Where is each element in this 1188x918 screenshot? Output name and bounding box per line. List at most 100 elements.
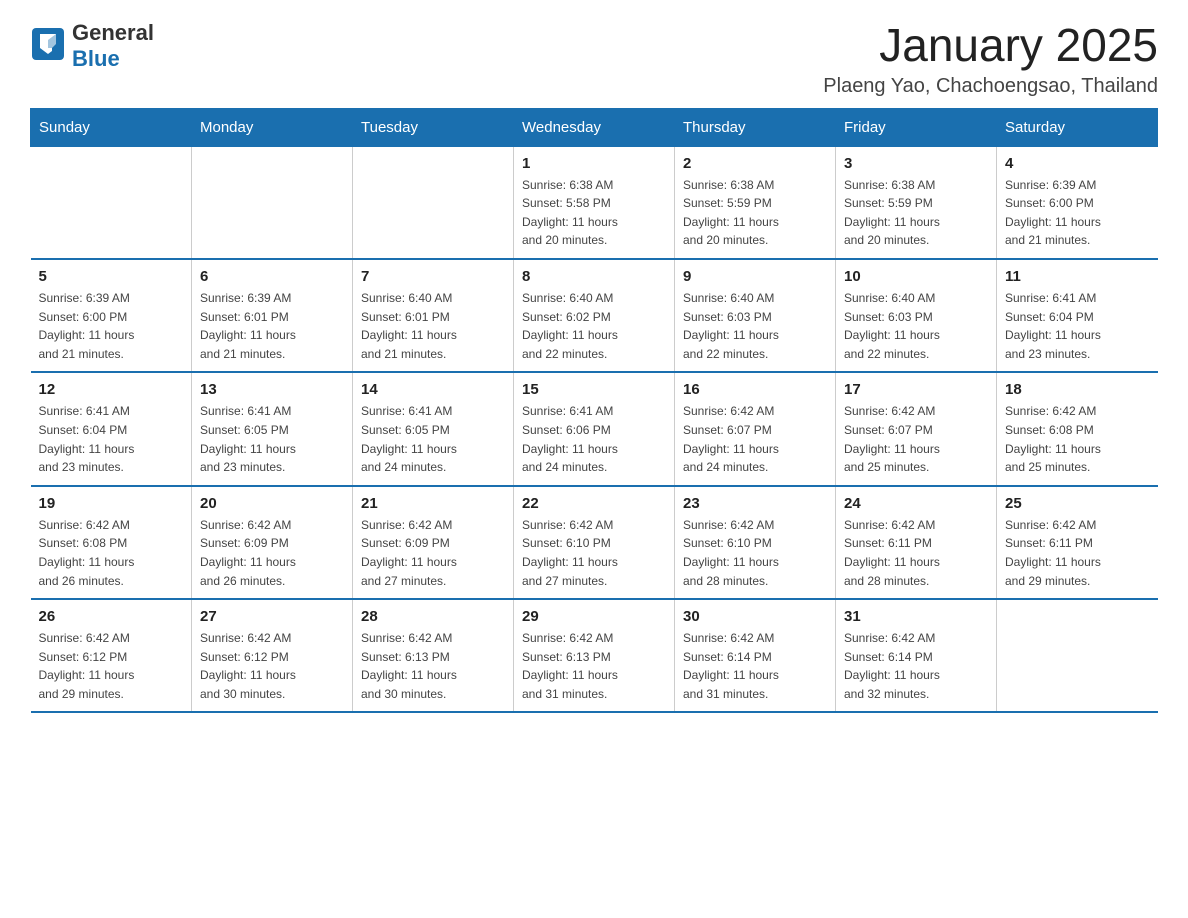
calendar-day-3: 3 Sunrise: 6:38 AMSunset: 5:59 PMDaylight… <box>836 146 997 259</box>
calendar-day-23: 23 Sunrise: 6:42 AMSunset: 6:10 PMDayligh… <box>675 486 836 599</box>
day-number: 1 <box>522 155 666 172</box>
day-info: Sunrise: 6:42 AMSunset: 6:09 PMDaylight:… <box>361 516 505 590</box>
calendar-day-5: 5Sunrise: 6:39 AMSunset: 6:00 PMDaylight… <box>31 259 192 372</box>
calendar-day-18: 18 Sunrise: 6:42 AMSunset: 6:08 PMDayligh… <box>997 372 1158 485</box>
day-info: Sunrise: 6:42 AMSunset: 6:08 PMDaylight:… <box>1005 402 1150 476</box>
day-info: Sunrise: 6:42 AMSunset: 6:07 PMDaylight:… <box>683 402 827 476</box>
calendar-header-row: SundayMondayTuesdayWednesdayThursdayFrid… <box>31 108 1158 146</box>
day-info: Sunrise: 6:42 AMSunset: 6:11 PMDaylight:… <box>1005 516 1150 590</box>
day-info: Sunrise: 6:40 AMSunset: 6:01 PMDaylight:… <box>361 289 505 363</box>
calendar-week-5: 26 Sunrise: 6:42 AMSunset: 6:12 PMDayligh… <box>31 599 1158 712</box>
day-info: Sunrise: 6:42 AMSunset: 6:13 PMDaylight:… <box>522 629 666 703</box>
day-number: 7 <box>361 268 505 285</box>
day-header-monday: Monday <box>192 108 353 146</box>
day-info: Sunrise: 6:42 AMSunset: 6:12 PMDaylight:… <box>39 629 184 703</box>
day-info: Sunrise: 6:42 AMSunset: 6:11 PMDaylight:… <box>844 516 988 590</box>
calendar-day-28: 28 Sunrise: 6:42 AMSunset: 6:13 PMDayligh… <box>353 599 514 712</box>
calendar-day-2: 2Sunrise: 6:38 AMSunset: 5:59 PMDaylight… <box>675 146 836 259</box>
calendar-empty-cell <box>31 146 192 259</box>
calendar-week-3: 12 Sunrise: 6:41 AMSunset: 6:04 PMDayligh… <box>31 372 1158 485</box>
day-info: Sunrise: 6:41 AMSunset: 6:04 PMDaylight:… <box>39 402 184 476</box>
day-number: 6 <box>200 268 344 285</box>
calendar-title: January 2025 <box>823 20 1158 71</box>
day-number: 11 <box>1005 268 1150 285</box>
day-header-saturday: Saturday <box>997 108 1158 146</box>
day-number: 8 <box>522 268 666 285</box>
calendar-day-27: 27 Sunrise: 6:42 AMSunset: 6:12 PMDayligh… <box>192 599 353 712</box>
day-info: Sunrise: 6:42 AMSunset: 6:10 PMDaylight:… <box>683 516 827 590</box>
day-number: 23 <box>683 495 827 512</box>
day-info: Sunrise: 6:41 AMSunset: 6:06 PMDaylight:… <box>522 402 666 476</box>
day-info: Sunrise: 6:40 AMSunset: 6:02 PMDaylight:… <box>522 289 666 363</box>
day-number: 14 <box>361 381 505 398</box>
calendar-week-1: 1Sunrise: 6:38 AMSunset: 5:58 PMDaylight… <box>31 146 1158 259</box>
day-number: 30 <box>683 608 827 625</box>
day-info: Sunrise: 6:40 AMSunset: 6:03 PMDaylight:… <box>844 289 988 363</box>
logo-text: General Blue <box>72 20 154 72</box>
calendar-day-15: 15Sunrise: 6:41 AMSunset: 6:06 PMDayligh… <box>514 372 675 485</box>
page-header: General Blue January 2025 Plaeng Yao, Ch… <box>30 20 1158 98</box>
calendar-day-21: 21 Sunrise: 6:42 AMSunset: 6:09 PMDayligh… <box>353 486 514 599</box>
calendar-day-17: 17Sunrise: 6:42 AMSunset: 6:07 PMDayligh… <box>836 372 997 485</box>
calendar-day-20: 20 Sunrise: 6:42 AMSunset: 6:09 PMDayligh… <box>192 486 353 599</box>
day-info: Sunrise: 6:42 AMSunset: 6:10 PMDaylight:… <box>522 516 666 590</box>
day-info: Sunrise: 6:42 AMSunset: 6:08 PMDaylight:… <box>39 516 184 590</box>
day-number: 26 <box>39 608 184 625</box>
day-info: Sunrise: 6:42 AMSunset: 6:09 PMDaylight:… <box>200 516 344 590</box>
title-section: January 2025 Plaeng Yao, Chachoengsao, T… <box>823 20 1158 98</box>
day-number: 22 <box>522 495 666 512</box>
calendar-day-25: 25 Sunrise: 6:42 AMSunset: 6:11 PMDayligh… <box>997 486 1158 599</box>
day-number: 27 <box>200 608 344 625</box>
day-info: Sunrise: 6:41 AMSunset: 6:05 PMDaylight:… <box>361 402 505 476</box>
day-info: Sunrise: 6:38 AMSunset: 5:59 PMDaylight:… <box>683 176 827 250</box>
logo: General Blue <box>30 20 154 72</box>
calendar-day-10: 10 Sunrise: 6:40 AMSunset: 6:03 PMDayligh… <box>836 259 997 372</box>
calendar-day-19: 19 Sunrise: 6:42 AMSunset: 6:08 PMDayligh… <box>31 486 192 599</box>
calendar-table: SundayMondayTuesdayWednesdayThursdayFrid… <box>30 108 1158 714</box>
calendar-week-2: 5Sunrise: 6:39 AMSunset: 6:00 PMDaylight… <box>31 259 1158 372</box>
day-info: Sunrise: 6:39 AMSunset: 6:00 PMDaylight:… <box>1005 176 1150 250</box>
calendar-day-1: 1Sunrise: 6:38 AMSunset: 5:58 PMDaylight… <box>514 146 675 259</box>
day-number: 25 <box>1005 495 1150 512</box>
calendar-day-4: 4 Sunrise: 6:39 AMSunset: 6:00 PMDaylight… <box>997 146 1158 259</box>
calendar-day-9: 9Sunrise: 6:40 AMSunset: 6:03 PMDaylight… <box>675 259 836 372</box>
calendar-day-6: 6 Sunrise: 6:39 AMSunset: 6:01 PMDaylight… <box>192 259 353 372</box>
calendar-day-8: 8 Sunrise: 6:40 AMSunset: 6:02 PMDaylight… <box>514 259 675 372</box>
day-number: 4 <box>1005 155 1150 172</box>
logo-blue: Blue <box>72 46 120 71</box>
day-info: Sunrise: 6:42 AMSunset: 6:14 PMDaylight:… <box>844 629 988 703</box>
day-info: Sunrise: 6:42 AMSunset: 6:13 PMDaylight:… <box>361 629 505 703</box>
day-number: 5 <box>39 268 184 285</box>
calendar-day-13: 13Sunrise: 6:41 AMSunset: 6:05 PMDayligh… <box>192 372 353 485</box>
calendar-empty-cell <box>192 146 353 259</box>
calendar-day-16: 16 Sunrise: 6:42 AMSunset: 6:07 PMDayligh… <box>675 372 836 485</box>
day-number: 19 <box>39 495 184 512</box>
calendar-day-12: 12 Sunrise: 6:41 AMSunset: 6:04 PMDayligh… <box>31 372 192 485</box>
day-number: 31 <box>844 608 988 625</box>
day-header-friday: Friday <box>836 108 997 146</box>
calendar-day-26: 26 Sunrise: 6:42 AMSunset: 6:12 PMDayligh… <box>31 599 192 712</box>
day-number: 18 <box>1005 381 1150 398</box>
day-info: Sunrise: 6:42 AMSunset: 6:14 PMDaylight:… <box>683 629 827 703</box>
day-number: 10 <box>844 268 988 285</box>
day-header-sunday: Sunday <box>31 108 192 146</box>
day-info: Sunrise: 6:40 AMSunset: 6:03 PMDaylight:… <box>683 289 827 363</box>
day-number: 28 <box>361 608 505 625</box>
day-number: 16 <box>683 381 827 398</box>
logo-icon <box>30 26 66 67</box>
day-number: 12 <box>39 381 184 398</box>
day-info: Sunrise: 6:41 AMSunset: 6:04 PMDaylight:… <box>1005 289 1150 363</box>
day-number: 3 <box>844 155 988 172</box>
day-info: Sunrise: 6:41 AMSunset: 6:05 PMDaylight:… <box>200 402 344 476</box>
day-number: 17 <box>844 381 988 398</box>
day-header-thursday: Thursday <box>675 108 836 146</box>
day-info: Sunrise: 6:42 AMSunset: 6:12 PMDaylight:… <box>200 629 344 703</box>
day-number: 24 <box>844 495 988 512</box>
day-info: Sunrise: 6:38 AMSunset: 5:59 PMDaylight:… <box>844 176 988 250</box>
day-info: Sunrise: 6:39 AMSunset: 6:01 PMDaylight:… <box>200 289 344 363</box>
calendar-day-14: 14 Sunrise: 6:41 AMSunset: 6:05 PMDayligh… <box>353 372 514 485</box>
day-number: 20 <box>200 495 344 512</box>
day-number: 21 <box>361 495 505 512</box>
day-number: 29 <box>522 608 666 625</box>
logo-general: General <box>72 20 154 45</box>
